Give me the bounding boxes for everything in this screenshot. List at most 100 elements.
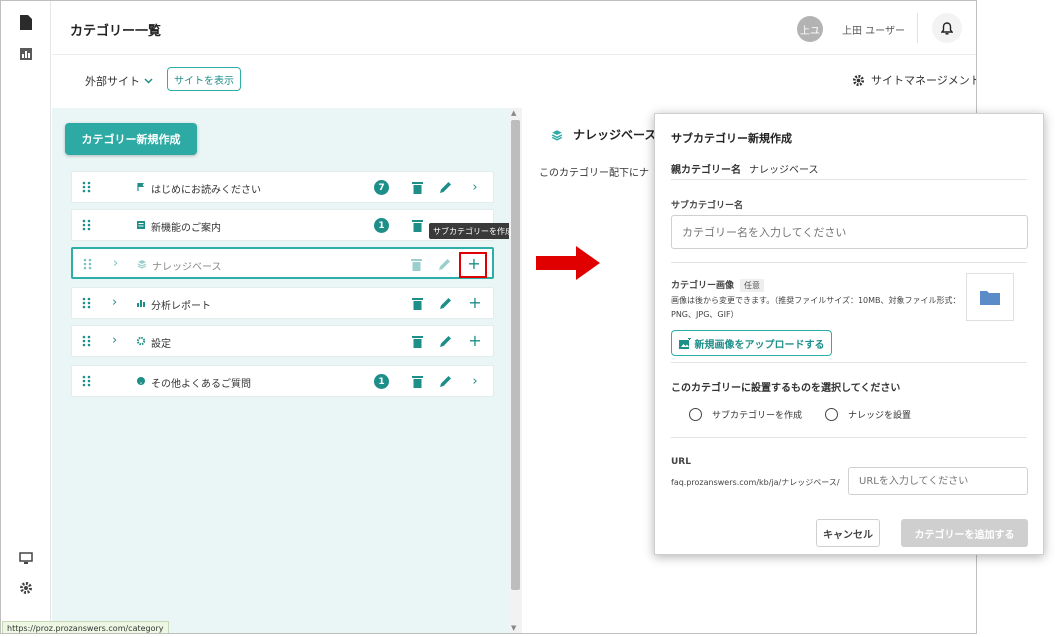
divider: [917, 13, 918, 43]
expand-icon[interactable]: ›: [112, 295, 117, 310]
trash-icon[interactable]: [410, 334, 424, 348]
image-label-text: カテゴリー画像: [671, 281, 735, 291]
scrollbar[interactable]: ▲ ▼: [509, 108, 522, 633]
drag-handle-icon[interactable]: [83, 258, 93, 270]
flag-icon: [137, 183, 144, 191]
expand-icon[interactable]: ›: [112, 333, 117, 348]
subcategory-name-input[interactable]: [671, 215, 1028, 249]
category-label: ナレッジベース: [152, 262, 222, 273]
news-icon: [137, 221, 145, 229]
detail-title: ナレッジベース: [551, 126, 656, 143]
trash-icon[interactable]: [409, 257, 423, 271]
trash-icon[interactable]: [410, 296, 424, 310]
radio-circle[interactable]: [689, 408, 702, 421]
scroll-down-icon[interactable]: ▼: [511, 624, 516, 632]
image-picker[interactable]: [966, 273, 1014, 321]
layers-icon: [551, 129, 563, 141]
plus-icon[interactable]: +: [468, 333, 482, 349]
chevron-down-icon: [144, 78, 153, 84]
user-name[interactable]: 上田 ユーザー: [842, 22, 905, 37]
document-icon[interactable]: [17, 13, 35, 31]
site-select-label: 外部サイト: [85, 75, 140, 88]
new-category-button[interactable]: カテゴリー新規作成: [65, 123, 197, 155]
edit-icon[interactable]: [438, 334, 452, 348]
edit-icon[interactable]: [437, 257, 451, 271]
top-header: カテゴリー一覧 上ユ 上田 ユーザー: [52, 1, 976, 55]
chevron-right-icon[interactable]: ›: [468, 374, 482, 389]
category-row-selected[interactable]: › ナレッジベース +: [71, 247, 494, 279]
radio-question: このカテゴリーに設置するものを選択してください: [671, 383, 901, 394]
upload-image-button[interactable]: 新規画像をアップロードする: [671, 330, 832, 356]
drag-handle-icon[interactable]: [82, 219, 92, 231]
radio-place-knowledge[interactable]: ナレッジを設置: [825, 408, 911, 421]
gear-icon[interactable]: [17, 579, 35, 597]
url-input[interactable]: [848, 467, 1028, 495]
view-site-button[interactable]: サイトを表示: [167, 67, 241, 91]
tooltip: サブカテゴリーを作成: [429, 223, 517, 239]
chart-icon[interactable]: [17, 45, 35, 63]
chevron-right-icon[interactable]: ›: [468, 180, 482, 195]
site-management-label: サイトマネージメント: [871, 74, 977, 87]
parent-category-value: ナレッジベース: [749, 165, 819, 176]
bell-icon[interactable]: [932, 13, 962, 43]
page-title: カテゴリー一覧: [70, 24, 162, 39]
site-management-link[interactable]: サイトマネージメント: [852, 72, 977, 88]
scroll-thumb[interactable]: [511, 120, 520, 590]
divider: [671, 437, 1027, 438]
add-category-button[interactable]: カテゴリーを追加する: [901, 519, 1028, 547]
category-row[interactable]: はじめにお読みください 7 ›: [71, 171, 494, 203]
detail-title-text: ナレッジベース: [573, 128, 657, 142]
gear-icon: [136, 336, 146, 346]
category-label: 分析レポート: [151, 301, 211, 312]
drag-handle-icon[interactable]: [82, 375, 92, 387]
category-row[interactable]: › 分析レポート +: [71, 287, 494, 319]
expand-icon[interactable]: ›: [113, 256, 118, 271]
category-label: はじめにお読みください: [151, 185, 261, 196]
site-select[interactable]: 外部サイト: [85, 73, 153, 89]
layers-icon: [137, 260, 147, 269]
trash-icon[interactable]: [410, 374, 424, 388]
radio-create-subcategory[interactable]: サブカテゴリーを作成: [689, 408, 802, 421]
count-badge: 7: [374, 180, 389, 195]
drag-handle-icon[interactable]: [82, 181, 92, 193]
category-label: 設定: [151, 339, 171, 350]
category-row[interactable]: その他よくあるご質問 1 ›: [71, 365, 494, 397]
highlight-box: [459, 252, 487, 278]
upload-image-label: 新規画像をアップロードする: [694, 339, 825, 351]
cancel-button[interactable]: キャンセル: [816, 519, 880, 547]
monitor-icon[interactable]: [17, 549, 35, 567]
trash-icon[interactable]: [410, 180, 424, 194]
left-rail: [1, 1, 51, 633]
subcategory-modal: サブカテゴリー新規作成 親カテゴリー名 ナレッジベース サブカテゴリー名 カテゴ…: [654, 113, 1044, 555]
url-label: URL: [671, 457, 691, 467]
image-label: カテゴリー画像 任意: [671, 278, 765, 292]
status-url: https://proz.prozanswers.com/category: [2, 621, 169, 633]
category-label: 新機能のご案内: [151, 223, 221, 234]
parent-category-label: 親カテゴリー名: [671, 165, 741, 176]
gear-icon: [852, 74, 865, 86]
detail-description: このカテゴリー配下にナ: [539, 168, 649, 179]
bar-chart-icon: [137, 300, 145, 307]
image-add-icon: [678, 337, 691, 349]
trash-icon[interactable]: [410, 218, 424, 232]
radio-label: サブカテゴリーを作成: [712, 411, 803, 421]
drag-handle-icon[interactable]: [82, 297, 92, 309]
divider: [671, 362, 1027, 363]
drag-handle-icon[interactable]: [82, 335, 92, 347]
count-badge: 1: [374, 218, 389, 233]
count-badge: 1: [374, 374, 389, 389]
edit-icon[interactable]: [438, 180, 452, 194]
image-hint: 画像は後から変更できます。（推奨ファイルサイズ：10MB、対象ファイル形式：PN…: [671, 296, 961, 319]
category-panel: カテゴリー新規作成 はじめにお読みください 7 › 新機能のご案内 1 › ナレ…: [52, 108, 509, 633]
edit-icon[interactable]: [438, 296, 452, 310]
url-prefix: faq.prozanswers.com/kb/ja/ナレッジベース/: [671, 478, 840, 487]
subcategory-name-label: サブカテゴリー名: [671, 201, 744, 211]
plus-icon[interactable]: +: [468, 295, 482, 311]
category-row[interactable]: › 設定 +: [71, 325, 494, 357]
avatar[interactable]: 上ユ: [797, 16, 823, 42]
question-icon: [137, 377, 145, 385]
divider: [671, 262, 1027, 263]
radio-circle[interactable]: [825, 408, 838, 421]
edit-icon[interactable]: [438, 374, 452, 388]
scroll-up-icon[interactable]: ▲: [511, 109, 516, 117]
